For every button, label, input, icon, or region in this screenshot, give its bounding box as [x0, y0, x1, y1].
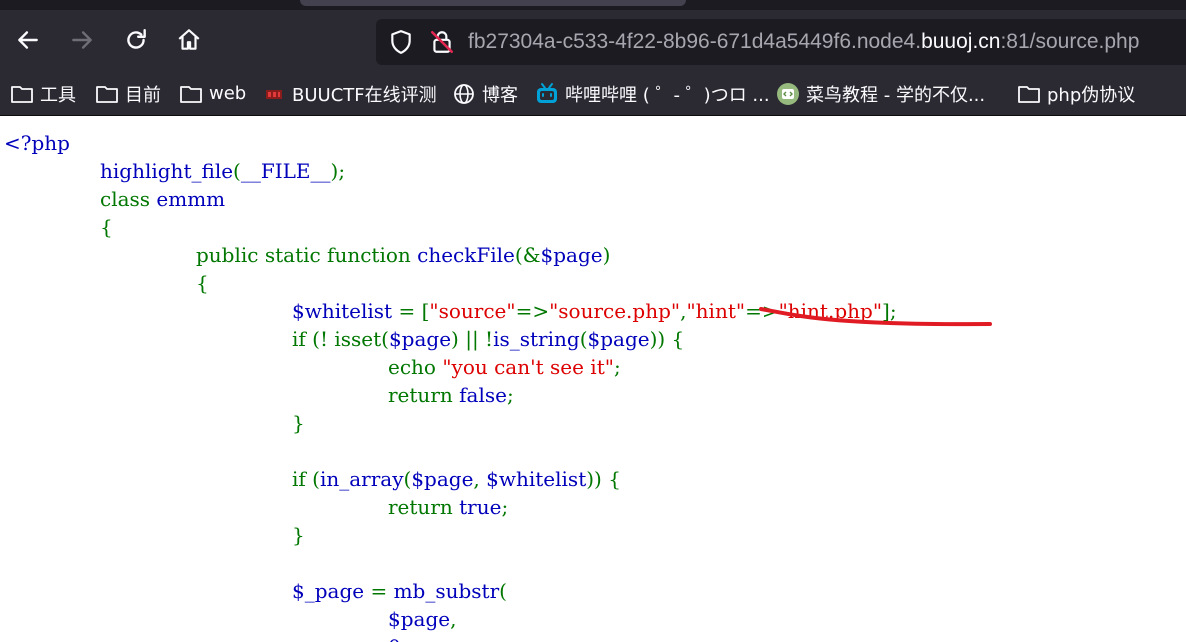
bookmark-buuctf[interactable]: BUUCTF在线评测	[262, 72, 437, 115]
insecure-lock-icon[interactable]	[429, 29, 455, 55]
bookmark-current-folder[interactable]: 目前	[95, 72, 161, 115]
active-tab[interactable]	[300, 0, 686, 6]
bookmark-label: 哔哩哔哩 ( ゜- ゜)つロ ...	[565, 84, 770, 106]
bookmark-label: 博客	[482, 84, 518, 106]
folder-icon	[1017, 82, 1041, 106]
forward-arrow-icon	[72, 31, 92, 49]
bookmark-blog[interactable]: 博客	[452, 72, 518, 115]
folder-icon	[179, 82, 203, 106]
home-button[interactable]	[173, 24, 205, 56]
address-bar[interactable]: fb27304a-c533-4f22-8b96-671d4a5449f6.nod…	[376, 19, 1186, 65]
bookmark-label: BUUCTF在线评测	[292, 84, 437, 106]
runoob-icon	[776, 82, 800, 106]
bilibili-icon	[535, 82, 559, 106]
buuctf-logo-icon	[262, 82, 286, 106]
reload-icon	[127, 29, 146, 49]
home-icon	[178, 29, 200, 50]
page-content: <?php highlight_file(__FILE__); class emmm…	[0, 116, 1186, 642]
bookmarks-toolbar: 工具 目前 web BUUCTF在线评测 博客 哔哩哔哩 ( ゜- ゜)つロ .…	[0, 72, 1186, 116]
url-host: buuoj.cn	[921, 30, 1001, 53]
bookmark-label: 菜鸟教程 - 学的不仅...	[806, 84, 986, 106]
tab-strip	[0, 0, 1186, 10]
url-text[interactable]: fb27304a-c533-4f22-8b96-671d4a5449f6.nod…	[468, 19, 1139, 65]
globe-icon	[452, 82, 476, 106]
bookmark-web-folder[interactable]: web	[179, 72, 246, 115]
bookmark-tools-folder[interactable]: 工具	[10, 72, 76, 115]
url-prefix: fb27304a-c533-4f22-8b96-671d4a5449f6.nod…	[468, 30, 922, 53]
red-underline-annotation	[759, 307, 992, 327]
bookmark-runoob[interactable]: 菜鸟教程 - 学的不仅...	[776, 72, 985, 115]
bookmark-label: 工具	[40, 84, 76, 106]
bookmark-bilibili[interactable]: 哔哩哔哩 ( ゜- ゜)つロ ...	[535, 72, 770, 115]
back-button[interactable]	[12, 24, 44, 56]
browser-toolbar: fb27304a-c533-4f22-8b96-671d4a5449f6.nod…	[0, 10, 1186, 72]
folder-icon	[95, 82, 119, 106]
shield-icon[interactable]	[388, 29, 414, 55]
bookmark-php-protocol-folder[interactable]: php伪协议	[1017, 72, 1135, 115]
bookmark-label: 目前	[125, 84, 161, 106]
folder-icon	[10, 82, 34, 106]
bookmark-label: php伪协议	[1047, 84, 1136, 106]
forward-button[interactable]	[66, 24, 98, 56]
bookmark-label: web	[209, 83, 247, 104]
back-arrow-icon	[18, 31, 38, 49]
url-path: :81/source.php	[1000, 30, 1140, 53]
reload-button[interactable]	[120, 24, 152, 56]
